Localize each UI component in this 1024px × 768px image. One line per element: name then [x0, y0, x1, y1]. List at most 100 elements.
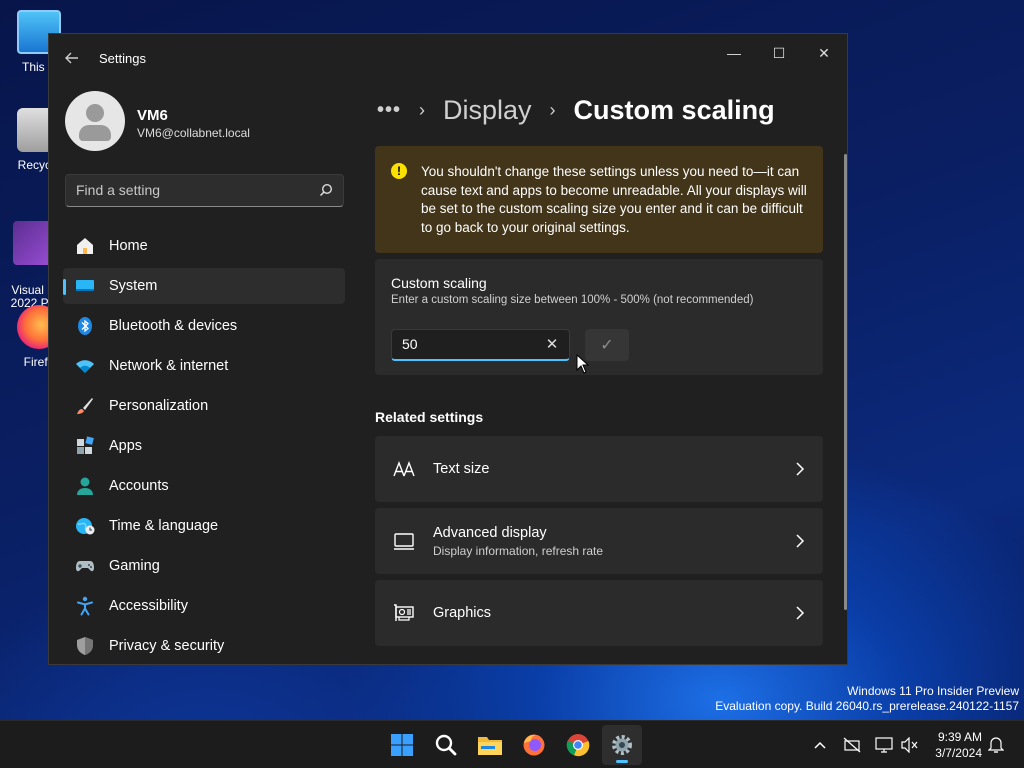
scaling-input-box[interactable]: ✕: [391, 329, 570, 361]
chevron-right-icon: [796, 534, 805, 548]
evaluation-watermark: Windows 11 Pro Insider Preview Evaluatio…: [715, 684, 1019, 714]
search-input[interactable]: [76, 182, 316, 198]
globe-clock-icon: [76, 518, 95, 535]
sidebar-item-personalization[interactable]: Personalization: [63, 388, 345, 424]
sidebar-item-label: Bluetooth & devices: [109, 318, 238, 334]
vpn-tray-button[interactable]: [842, 735, 862, 755]
firefox-taskbar-button[interactable]: [514, 725, 554, 765]
custom-scaling-card: Custom scaling Enter a custom scaling si…: [375, 259, 823, 375]
taskbar-clock[interactable]: 9:39 AM 3/7/2024: [935, 729, 982, 761]
mouse-cursor-icon: [576, 354, 590, 374]
maximize-button[interactable]: ☐: [757, 38, 801, 68]
sidebar-nav: Home System Bluetooth & devices Network …: [63, 228, 345, 664]
maximize-icon: ☐: [772, 44, 786, 61]
page-title: Custom scaling: [573, 94, 775, 125]
sidebar-item-gaming[interactable]: Gaming: [63, 548, 345, 584]
back-button[interactable]: [59, 46, 85, 70]
warning-banner: ! You shouldn't change these settings un…: [375, 146, 823, 253]
accessibility-icon: [77, 596, 93, 616]
firefox-icon: [523, 734, 545, 756]
account-email: VM6@collabnet.local: [137, 126, 250, 140]
back-arrow-icon: [65, 52, 78, 64]
sidebar-item-privacy[interactable]: Privacy & security: [63, 628, 345, 664]
apply-scaling-button[interactable]: ✓: [585, 329, 629, 361]
windows-logo-icon: [391, 734, 413, 756]
start-button[interactable]: [382, 725, 422, 765]
network-tray-button[interactable]: [874, 735, 894, 755]
search-taskbar-button[interactable]: [426, 725, 466, 765]
text-size-icon: [393, 461, 415, 477]
sidebar-item-label: Personalization: [109, 398, 209, 414]
watermark-line: Windows 11 Pro Insider Preview: [847, 684, 1019, 698]
volume-tray-button[interactable]: [900, 735, 920, 755]
scrollbar[interactable]: [844, 154, 847, 610]
sidebar-item-bluetooth[interactable]: Bluetooth & devices: [63, 308, 345, 344]
sidebar-item-label: Apps: [109, 438, 143, 454]
home-icon: [77, 238, 93, 254]
chevron-up-icon: [814, 741, 826, 749]
clock-time: 9:39 AM: [937, 730, 982, 744]
accounts-icon: [77, 477, 93, 495]
sidebar-item-label: Network & internet: [109, 358, 229, 374]
text-size-row[interactable]: Text size: [375, 436, 823, 502]
file-explorer-button[interactable]: [470, 725, 510, 765]
active-app-indicator: [616, 760, 628, 763]
wifi-icon: [76, 360, 94, 373]
window-title: Settings: [99, 51, 146, 66]
monitor-network-icon: [875, 737, 893, 753]
chevron-right-icon: [796, 462, 805, 476]
breadcrumb-chevron-icon: ›: [549, 99, 556, 120]
chrome-icon: [566, 734, 590, 757]
chrome-taskbar-button[interactable]: [558, 725, 598, 765]
search-box[interactable]: [65, 174, 344, 207]
sidebar-item-label: System: [109, 278, 158, 294]
clear-icon[interactable]: ✕: [543, 336, 561, 354]
sidebar-item-label: Accounts: [109, 478, 169, 494]
gear-icon: [612, 735, 632, 755]
checkmark-icon: ✓: [600, 337, 614, 354]
network-disconnected-icon: [843, 737, 861, 753]
shield-icon: [77, 637, 93, 655]
title-bar[interactable]: Settings — ☐ ✕: [49, 34, 847, 82]
sidebar-item-time-language[interactable]: Time & language: [63, 508, 345, 544]
taskbar: 9:39 AM 3/7/2024: [0, 720, 1024, 768]
close-icon: ✕: [818, 44, 830, 61]
settings-taskbar-button[interactable]: [602, 725, 642, 765]
sidebar-item-network[interactable]: Network & internet: [63, 348, 345, 384]
close-button[interactable]: ✕: [802, 38, 846, 68]
sidebar-item-system[interactable]: System: [63, 268, 345, 304]
sidebar-item-label: Privacy & security: [109, 638, 225, 654]
sidebar-item-label: Gaming: [109, 558, 160, 574]
graphics-card-icon: [394, 604, 414, 621]
gamepad-icon: [76, 561, 94, 572]
row-title: Text size: [433, 461, 490, 477]
tray-overflow-button[interactable]: [810, 735, 830, 755]
bell-icon: [988, 737, 1004, 753]
custom-scaling-description: Enter a custom scaling size between 100%…: [391, 294, 754, 306]
apps-icon: [77, 436, 94, 454]
monitor-icon: [394, 533, 414, 550]
sidebar-item-apps[interactable]: Apps: [63, 428, 345, 464]
row-title: Advanced display: [433, 525, 547, 541]
sidebar-item-accessibility[interactable]: Accessibility: [63, 588, 345, 624]
breadcrumb-display-link[interactable]: Display: [443, 95, 532, 126]
sidebar-item-home[interactable]: Home: [63, 228, 345, 264]
scaling-input[interactable]: [402, 336, 532, 352]
notifications-button[interactable]: [986, 735, 1006, 755]
custom-scaling-title: Custom scaling: [391, 275, 487, 291]
breadcrumb-more-button[interactable]: •••: [377, 99, 401, 122]
breadcrumb-chevron-icon: ›: [419, 99, 426, 120]
sidebar-item-label: Home: [109, 238, 148, 254]
bluetooth-icon: [78, 317, 92, 335]
volume-muted-icon: [901, 737, 918, 753]
minimize-button[interactable]: —: [712, 38, 756, 68]
search-icon[interactable]: [319, 183, 333, 197]
settings-window: Settings — ☐ ✕ VM6 VM6@collabnet.local H…: [48, 33, 848, 665]
graphics-row[interactable]: Graphics: [375, 580, 823, 646]
warning-icon: !: [391, 163, 407, 179]
advanced-display-row[interactable]: Advanced display Display information, re…: [375, 508, 823, 574]
related-settings-heading: Related settings: [375, 409, 484, 425]
chevron-right-icon: [796, 606, 805, 620]
avatar: [65, 91, 125, 151]
sidebar-item-accounts[interactable]: Accounts: [63, 468, 345, 504]
